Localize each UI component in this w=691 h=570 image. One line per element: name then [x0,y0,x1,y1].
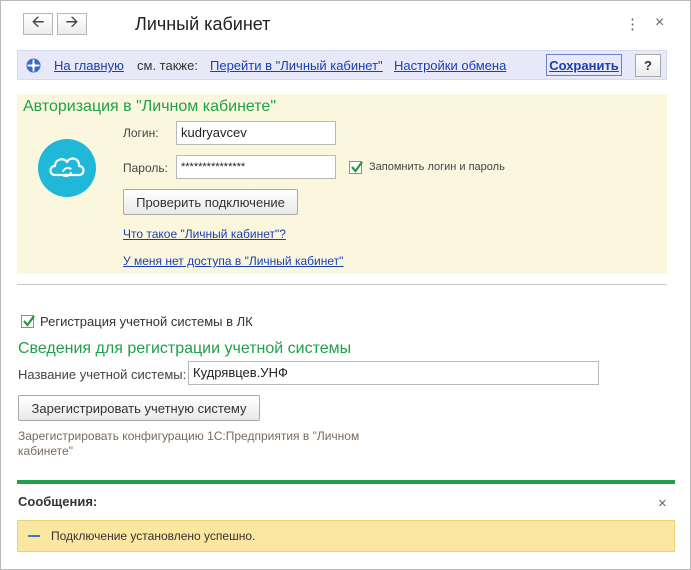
registration-section-title: Сведения для регистрации учетной системы [18,340,352,357]
see-also-label: см. также: [137,58,198,73]
check-icon [351,161,363,173]
exchange-settings-link[interactable]: Настройки обмена [394,58,506,73]
home-icon [26,58,41,73]
divider [17,284,667,285]
check-connection-button[interactable]: Проверить подключение [123,189,298,215]
more-menu-icon[interactable]: ⋮ [625,15,640,33]
messages-close-icon[interactable]: × [658,495,667,512]
what-is-cabinet-link[interactable]: Что такое "Личный кабинет"? [123,227,286,241]
register-system-button[interactable]: Зарегистрировать учетную систему [18,395,260,421]
help-button[interactable]: ? [635,54,661,77]
no-access-link[interactable]: У меня нет доступа в "Личный кабинет" [123,254,343,268]
message-text: Подключение установлено успешно. [51,529,256,543]
goto-cabinet-link[interactable]: Перейти в "Личный кабинет" [210,58,383,73]
registration-checkbox-label: Регистрация учетной системы в ЛК [40,314,253,329]
check-icon [23,315,35,327]
save-button[interactable]: Сохранить [546,54,622,76]
password-field[interactable]: *************** [176,155,336,179]
close-icon[interactable]: × [655,14,664,32]
messages-title: Сообщения: [18,494,98,509]
save-button-label: Сохранить [549,57,619,73]
registration-checkbox[interactable] [21,315,35,328]
home-link[interactable]: На главную [54,58,124,73]
registration-hint: Зарегистрировать конфигурацию 1С:Предпри… [18,429,360,458]
messages-divider [17,480,675,484]
auth-panel: Авторизация в "Личном кабинете" Логин: k… [17,94,667,274]
cloud-icon [38,139,96,197]
window: 🡨 🡪 Личный кабинет ⋮ × На главную см. та… [0,0,691,570]
forward-button[interactable]: 🡪 [57,13,87,35]
system-name-label: Название учетной системы: [18,367,187,382]
password-label: Пароль: [123,161,168,175]
arrow-right-icon: 🡪 [65,13,79,31]
dash-icon [28,535,40,537]
login-label: Логин: [123,126,159,140]
remember-checkbox[interactable] [349,161,363,174]
auth-title: Авторизация в "Личном кабинете" [23,98,277,115]
login-field[interactable]: kudryavcev [176,121,336,145]
navigation-bar: На главную см. также: Перейти в "Личный … [17,50,667,80]
system-name-field[interactable]: Кудрявцев.УНФ [188,361,599,385]
remember-label: Запомнить логин и пароль [369,161,505,173]
message-item: Подключение установлено успешно. [17,520,675,552]
back-button[interactable]: 🡨 [23,13,53,35]
window-title: Личный кабинет [135,14,271,34]
arrow-left-icon: 🡨 [31,13,45,31]
